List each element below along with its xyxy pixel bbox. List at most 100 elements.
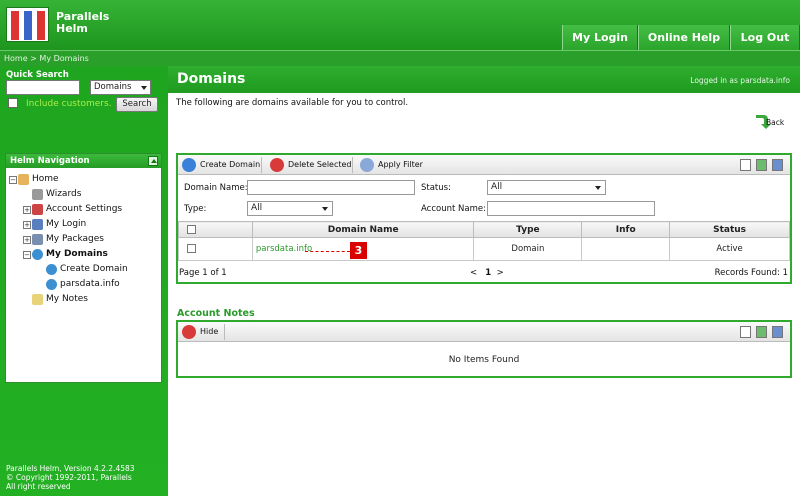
expand-toggle-icon[interactable]: +	[23, 221, 31, 229]
log-out-button[interactable]: Log Out	[730, 25, 800, 50]
parallels-logo-icon	[6, 7, 49, 42]
online-help-button[interactable]: Online Help	[638, 25, 730, 50]
excel-export-icon[interactable]	[756, 159, 767, 171]
pager-current[interactable]: 1	[485, 268, 491, 278]
home-icon	[18, 174, 29, 185]
select-all-checkbox[interactable]	[187, 224, 196, 234]
delete-icon	[270, 158, 284, 172]
pager-prev[interactable]: <	[470, 268, 477, 278]
nav-item-create-domain[interactable]: Create Domain	[60, 262, 128, 276]
quick-search-input[interactable]	[6, 80, 80, 95]
globe-icon	[46, 279, 57, 290]
status-cell: Active	[669, 237, 790, 261]
account-notes-title: Account Notes	[177, 308, 255, 319]
account-name-input[interactable]	[487, 201, 655, 216]
globe-icon	[32, 249, 43, 260]
domain-name-label: Domain Name:	[184, 183, 248, 193]
row-select-cell[interactable]	[178, 237, 253, 261]
wizard-icon	[32, 189, 43, 200]
add-icon	[182, 158, 196, 172]
status-select[interactable]: All	[487, 180, 606, 195]
domains-toolbar: Create Domain Delete Selected Apply Filt…	[178, 155, 790, 175]
notes-toolbar: Hide	[178, 322, 790, 342]
my-login-button[interactable]: My Login	[562, 25, 638, 50]
col-type[interactable]: Type	[473, 221, 583, 238]
excel-export-icon[interactable]	[756, 326, 767, 338]
collapse-toggle-icon[interactable]: −	[23, 251, 31, 259]
page-header: Domains Logged in as parsdata.info	[168, 66, 800, 93]
collapse-icon[interactable]	[148, 156, 158, 166]
chevron-down-icon	[595, 186, 601, 190]
sidebar: Quick Search Domains Include customers. …	[0, 66, 168, 496]
annotation-marker: 3	[350, 242, 367, 259]
chevron-down-icon	[322, 207, 328, 211]
export-icon[interactable]	[772, 326, 783, 338]
nav-item-my-notes[interactable]: My Notes	[46, 292, 88, 306]
packages-icon	[32, 234, 43, 245]
table-header-row: Domain Name Type Info Status	[178, 221, 790, 238]
type-cell: Domain	[473, 237, 583, 261]
notes-icon	[32, 294, 43, 305]
type-select[interactable]: All	[247, 201, 333, 216]
pager-next[interactable]: >	[497, 268, 504, 278]
domains-panel: Create Domain Delete Selected Apply Filt…	[176, 153, 792, 284]
export-icon[interactable]	[772, 159, 783, 171]
type-label: Type:	[184, 204, 207, 214]
print-icon[interactable]	[740, 326, 751, 338]
include-customers-label: Include customers.	[26, 99, 112, 109]
nav-item-my-packages[interactable]: My Packages	[46, 232, 104, 246]
page-info: Page 1 of 1	[179, 268, 227, 278]
apply-filter-button[interactable]: Apply Filter	[358, 157, 423, 173]
nav-item-parsdata[interactable]: parsdata.info	[60, 277, 120, 291]
status-label: Status:	[421, 183, 451, 193]
back-button-label[interactable]: Back	[766, 118, 784, 127]
hide-icon	[182, 325, 196, 339]
domain-link[interactable]: parsdata.info	[256, 244, 312, 254]
app-title: Parallels Helm	[56, 10, 110, 35]
nav-item-my-domains[interactable]: My Domains	[46, 247, 108, 261]
pager: < 1 >	[470, 268, 504, 278]
magnifier-icon	[360, 158, 374, 172]
col-status[interactable]: Status	[669, 221, 790, 238]
page-title: Domains	[177, 71, 246, 87]
breadcrumb[interactable]: Home > My Domains	[0, 50, 800, 66]
helm-navigation-panel: Helm Navigation − Home Wizards + Account…	[5, 153, 162, 383]
quick-search-label: Quick Search	[6, 70, 69, 80]
navigation-header: Helm Navigation	[6, 154, 161, 168]
intro-text: The following are domains available for …	[176, 98, 409, 108]
nav-item-account-settings[interactable]: Account Settings	[46, 202, 122, 216]
account-notes-panel: Hide No Items Found	[176, 320, 792, 378]
app-header: Parallels Helm My Login Online Help Log …	[0, 0, 800, 50]
account-name-label: Account Name:	[421, 204, 486, 214]
col-domain-name[interactable]: Domain Name	[251, 221, 475, 238]
annotation-line	[305, 251, 350, 252]
expand-toggle-icon[interactable]: +	[23, 236, 31, 244]
domains-table: Domain Name Type Info Status parsdata.in…	[178, 221, 790, 261]
chevron-down-icon	[141, 86, 147, 90]
empty-notes-text: No Items Found	[448, 355, 520, 365]
search-scope-select[interactable]: Domains	[90, 80, 151, 95]
print-icon[interactable]	[740, 159, 751, 171]
include-customers-checkbox[interactable]	[8, 98, 18, 108]
search-button[interactable]: Search	[116, 97, 158, 112]
info-cell	[581, 237, 671, 261]
logged-in-status: Logged in as parsdata.info	[690, 76, 790, 85]
domain-name-input[interactable]	[247, 180, 415, 195]
col-info[interactable]: Info	[581, 221, 671, 238]
table-row: parsdata.info Domain Active	[178, 237, 790, 261]
row-checkbox[interactable]	[187, 244, 196, 253]
globe-icon	[46, 264, 57, 275]
login-icon	[32, 219, 43, 230]
select-all-header[interactable]	[178, 221, 253, 238]
account-settings-icon	[32, 204, 43, 215]
nav-item-my-login[interactable]: My Login	[46, 217, 86, 231]
nav-item-home[interactable]: Home	[32, 172, 59, 186]
nav-item-wizards[interactable]: Wizards	[46, 187, 81, 201]
delete-selected-button[interactable]: Delete Selected	[268, 157, 352, 173]
hide-button[interactable]: Hide	[180, 324, 218, 340]
expand-toggle-icon[interactable]: −	[9, 176, 17, 184]
version-footer: Parallels Helm, Version 4.2.2.4583 © Cop…	[6, 464, 135, 491]
records-found: Records Found: 1	[714, 268, 788, 278]
expand-toggle-icon[interactable]: +	[23, 206, 31, 214]
create-domain-button[interactable]: Create Domain	[180, 157, 260, 173]
